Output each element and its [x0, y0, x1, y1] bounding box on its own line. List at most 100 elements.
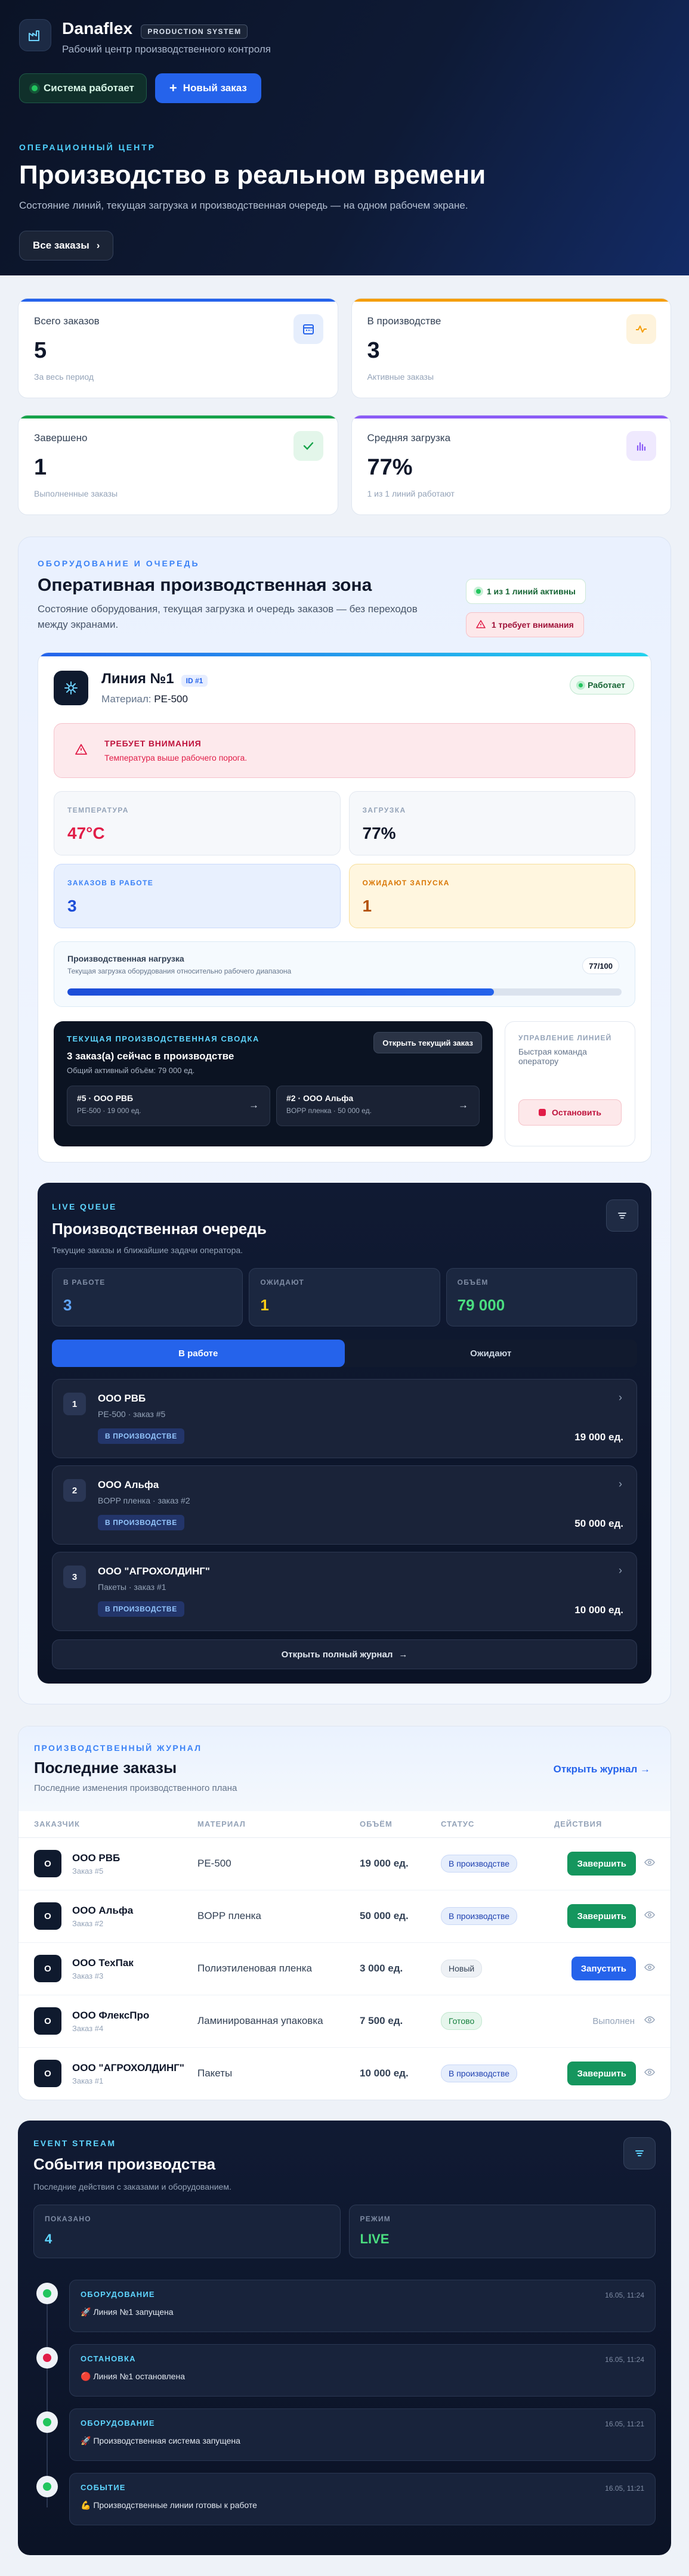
tab-waiting[interactable]: Ожидают: [345, 1340, 638, 1367]
badge-label: 1 требует внимания: [491, 620, 574, 630]
summary-order-card[interactable]: #5 · ООО РВБ PE-500 · 19 000 ед. →: [67, 1086, 270, 1126]
load-value-badge: 77/100: [582, 957, 619, 974]
avatar: О: [34, 1955, 61, 1982]
cell-status: В производстве: [441, 1890, 554, 1943]
metric-awaiting-launch: ОЖИДАЮТ ЗАПУСКА 1: [348, 864, 635, 928]
filter-icon[interactable]: [606, 1199, 638, 1232]
arrow-right-icon: →: [398, 1649, 408, 1660]
row-action-button[interactable]: Завершить: [567, 2062, 636, 2086]
alert-title: ТРЕБУЕТ ВНИМАНИЯ: [104, 739, 202, 748]
row-action-button[interactable]: Завершить: [567, 1904, 636, 1928]
event-category: СОБЫТИЕ: [81, 2483, 126, 2492]
open-current-order-button[interactable]: Открыть текущий заказ: [373, 1032, 482, 1053]
column-header-customer: ЗАКАЗЧИК: [18, 1811, 197, 1838]
events-shown-stat: ПОКАЗАНО 4: [33, 2205, 341, 2258]
metric-value: 1: [362, 897, 372, 915]
avatar: О: [34, 2007, 61, 2035]
factory-icon: [19, 19, 51, 51]
column-header-actions: ДЕЙСТВИЯ: [554, 1811, 671, 1838]
line-id-badge: ID #1: [181, 674, 208, 687]
queue-item-name: ООО Альфа: [98, 1479, 159, 1490]
lines-active-badge: 1 из 1 линий активны: [465, 579, 586, 604]
load-progress-fill: [67, 988, 495, 996]
status-badge: В производстве: [441, 1907, 518, 1925]
new-order-button[interactable]: + Новый заказ: [155, 73, 261, 103]
row-action-button[interactable]: Завершить: [567, 1852, 636, 1876]
table-row: О ООО "АГРОХОЛДИНГ" Заказ #1 Пакеты 10 000 е…: [18, 2047, 671, 2100]
column-header-material: МАТЕРИАЛ: [197, 1811, 360, 1838]
production-zone: ОБОРУДОВАНИЕ И ОЧЕРЕДЬ Оперативная произ…: [18, 537, 671, 1704]
chevron-right-icon: ›: [96, 239, 100, 251]
stat-sub: Выполненные заказы: [34, 489, 118, 498]
order-number: Заказ #3: [72, 1971, 104, 1980]
control-eyebrow: УПРАВЛЕНИЕ ЛИНИЕЙ: [518, 1034, 612, 1042]
line-cog-icon: [54, 671, 88, 705]
queue-eyebrow: LIVE QUEUE: [52, 1202, 117, 1211]
all-orders-button[interactable]: Все заказы ›: [19, 230, 114, 261]
event-category: ОБОРУДОВАНИЕ: [81, 2290, 155, 2299]
events-stat-value: LIVE: [360, 2231, 390, 2246]
stat-value: 5: [34, 338, 47, 363]
control-description: Быстрая команда оператору: [518, 1047, 587, 1066]
eye-icon[interactable]: [644, 1857, 655, 1871]
cell-material: Пакеты: [197, 2067, 233, 2079]
cell-material: BOPP пленка: [197, 1890, 360, 1943]
chevron-right-icon: ›: [619, 1391, 622, 1403]
line-card: Линия №1 ID #1 Материал: PE-500 Работает …: [38, 652, 651, 1163]
event-item: ОСТАНОВКА 16.05, 11:24 🔴 Линия №1 остановл…: [36, 2344, 656, 2397]
arrow-right-icon: →: [249, 1099, 259, 1111]
calendar-icon: [293, 314, 323, 344]
queue-stat-in-work: В РАБОТЕ 3: [52, 1268, 243, 1326]
event-text: 💪 Производственные линии готовы к работе: [81, 2500, 257, 2510]
filter-icon[interactable]: [623, 2137, 656, 2169]
cell-customer: О ООО "АГРОХОЛДИНГ" Заказ #1: [18, 2047, 197, 2100]
status-dot-icon: [32, 85, 38, 91]
event-time: 16.05, 11:21: [605, 2484, 644, 2493]
customer-name: ООО ФлексПро: [72, 2009, 150, 2021]
eye-icon[interactable]: [644, 1909, 655, 1923]
queue-item[interactable]: 3 ООО "АГРОХОЛДИНГ" Пакеты · заказ #1 В ПР…: [52, 1552, 637, 1631]
queue-item-amount: 19 000 ед.: [574, 1431, 623, 1443]
metric-label: ЗАКАЗОВ В РАБОТЕ: [67, 879, 154, 887]
summary-order-card[interactable]: #2 · ООО Альфа BOPP пленка · 50 000 ед. →: [276, 1086, 480, 1126]
queue-item[interactable]: 1 ООО РВБ PE-500 · заказ #5 В ПРОИЗВОДСТВЕ…: [52, 1379, 637, 1458]
system-status-label: Система работает: [44, 82, 134, 94]
metric-load: ЗАГРУЗКА 77%: [348, 791, 635, 855]
badge-label: 1 из 1 линий активны: [486, 587, 576, 596]
chevron-right-icon: ›: [619, 1564, 622, 1576]
open-journal-link[interactable]: Открыть журнал →: [554, 1763, 650, 1775]
queue-item-badge: В ПРОИЗВОДСТВЕ: [98, 1428, 184, 1444]
plus-icon: +: [169, 80, 177, 95]
queue-stat-label: В РАБОТЕ: [63, 1278, 106, 1287]
tab-in-work[interactable]: В работе: [52, 1340, 345, 1367]
event-time: 16.05, 11:21: [605, 2420, 644, 2428]
stat-label: Всего заказов: [34, 315, 100, 327]
open-full-journal-button[interactable]: Открыть полный журнал →: [52, 1639, 637, 1669]
chevron-right-icon: ›: [619, 1478, 622, 1490]
eye-icon[interactable]: [644, 1962, 655, 1976]
stop-line-button[interactable]: Остановить: [518, 1099, 622, 1126]
system-status-badge: Система работает: [19, 73, 147, 103]
queue-title: Производственная очередь: [52, 1220, 267, 1238]
eye-icon[interactable]: [644, 2014, 655, 2028]
event-time: 16.05, 11:24: [605, 2291, 644, 2299]
queue-stat-waiting: ОЖИДАЮТ 1: [249, 1268, 440, 1326]
eye-icon[interactable]: [644, 2067, 655, 2081]
status-dot-icon: [579, 683, 583, 687]
new-order-label: Новый заказ: [183, 82, 247, 94]
line-material-label: Материал:: [101, 693, 152, 705]
column-header-volume: ОБЪЁМ: [360, 1811, 441, 1838]
cell-material: PE-500: [197, 1837, 360, 1890]
production-queue: LIVE QUEUE Производственная очередь Теку…: [38, 1183, 651, 1684]
journal-description: Последние изменения производственного пл…: [34, 1783, 237, 1793]
warning-icon: [75, 743, 88, 759]
cell-status: В производстве: [441, 2047, 554, 2100]
table-row: О ООО РВБ Заказ #5 PE-500 19 000 ед. В произв…: [18, 1837, 671, 1890]
row-action-button[interactable]: Запустить: [571, 1957, 636, 1980]
queue-item[interactable]: 2 ООО Альфа BOPP пленка · заказ #2 В ПРОИЗ…: [52, 1465, 637, 1545]
event-item: ОБОРУДОВАНИЕ 16.05, 11:21 🚀 Производственн…: [36, 2408, 656, 2461]
journal-eyebrow: ПРОИЗВОДСТВЕННЫЙ ЖУРНАЛ: [34, 1743, 202, 1753]
queue-item-meta: BOPP пленка · заказ #2: [98, 1496, 190, 1505]
line-status-label: Работает: [588, 680, 625, 690]
events-stat-value: 4: [45, 2231, 52, 2246]
